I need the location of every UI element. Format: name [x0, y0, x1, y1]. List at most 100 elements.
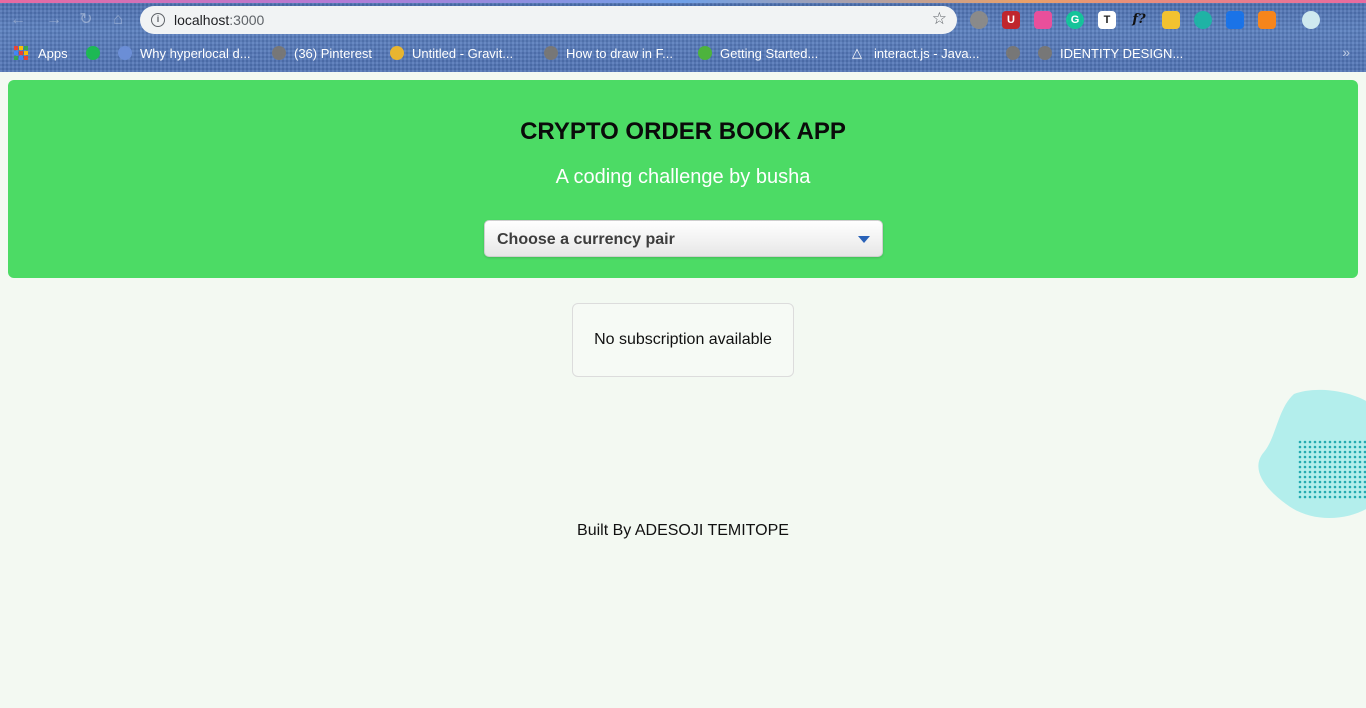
decorative-dot	[1323, 440, 1327, 444]
decorative-dot	[1313, 455, 1317, 459]
decorative-dot	[1348, 480, 1352, 484]
decorative-dot	[1323, 455, 1327, 459]
decorative-dot	[1303, 490, 1307, 494]
currency-pair-placeholder: Choose a currency pair	[497, 231, 675, 248]
bookmark-label: interact.js - Java...	[874, 45, 980, 61]
decorative-dot	[1358, 490, 1362, 494]
decorative-dot	[1328, 465, 1332, 469]
decorative-dot	[1313, 460, 1317, 464]
decorative-dot	[1323, 475, 1327, 479]
gravit-icon	[390, 46, 404, 60]
decorative-dot	[1333, 480, 1337, 484]
decorative-dot	[1303, 460, 1307, 464]
share-icon[interactable]	[1226, 11, 1244, 29]
chevron-down-icon	[858, 236, 870, 243]
avatar-icon[interactable]	[1302, 11, 1320, 29]
decorative-dot	[1333, 445, 1337, 449]
site-info-icon[interactable]: i	[151, 13, 165, 27]
empty-state-card: No subscription available	[572, 303, 794, 377]
fonts-icon[interactable]: f?	[1130, 11, 1148, 29]
bookmark-item[interactable]: (36) Pinterest	[272, 42, 372, 64]
decorative-dot	[1343, 460, 1347, 464]
shield-icon[interactable]	[970, 11, 988, 29]
bookmark-label: How to draw in F...	[566, 45, 673, 61]
decorative-dot	[1303, 440, 1307, 444]
decorative-dot	[1298, 440, 1302, 444]
decorative-dot	[1338, 490, 1342, 494]
bookmarks-overflow-icon[interactable]: »	[1342, 44, 1350, 60]
grammarly-icon[interactable]: G	[1066, 11, 1084, 29]
decorative-dot	[1328, 495, 1332, 499]
decorative-dot	[1333, 465, 1337, 469]
decorative-dot	[1343, 480, 1347, 484]
refresh-ext-icon[interactable]	[1194, 11, 1212, 29]
ublock-icon[interactable]: U	[1002, 11, 1020, 29]
decorative-dot	[1298, 485, 1302, 489]
decorative-dot	[1328, 450, 1332, 454]
address-bar[interactable]: i localhost:3000 ☆	[140, 6, 957, 34]
colorpicker-icon[interactable]	[1034, 11, 1052, 29]
decorative-dot	[1333, 440, 1337, 444]
page-title: CRYPTO ORDER BOOK APP	[520, 118, 846, 145]
decorative-dot	[1313, 440, 1317, 444]
decorative-dot	[1353, 460, 1357, 464]
decorative-dot	[1303, 495, 1307, 499]
decorative-dot	[1298, 495, 1302, 499]
decorative-dot	[1353, 440, 1357, 444]
bookmark-label: (36) Pinterest	[294, 45, 373, 61]
palette-icon[interactable]	[1162, 11, 1180, 29]
bookmark-item[interactable]: IDENTITY DESIGN...	[1038, 42, 1183, 64]
decorative-dot	[1303, 480, 1307, 484]
apps-grid-icon	[14, 46, 28, 60]
bookmark-item[interactable]: Why hyperlocal d...	[118, 42, 251, 64]
decorative-dot	[1358, 480, 1362, 484]
bookmark-item[interactable]: △ interact.js - Java...	[852, 42, 979, 64]
decorative-dot	[1298, 465, 1302, 469]
decorative-dot	[1343, 475, 1347, 479]
bookmark-label: Getting Started...	[720, 45, 819, 61]
bookmark-label: Untitled - Gravit...	[412, 45, 514, 61]
decorative-dot	[1318, 495, 1322, 499]
decorative-dot	[1333, 450, 1337, 454]
decorative-dot	[1343, 495, 1347, 499]
decorative-dot	[1318, 470, 1322, 474]
bookmark-label: Why hyperlocal d...	[140, 45, 251, 61]
decorative-dot	[1313, 485, 1317, 489]
decorative-dot	[1313, 495, 1317, 499]
text-icon[interactable]: T	[1098, 11, 1116, 29]
decorative-dot	[1303, 445, 1307, 449]
decorative-dot	[1338, 450, 1342, 454]
decorative-dot	[1318, 455, 1322, 459]
decorative-dot	[1333, 495, 1337, 499]
decorative-dot	[1338, 440, 1342, 444]
decorative-dot	[1323, 445, 1327, 449]
decorative-dot	[1348, 465, 1352, 469]
decorative-dot	[1328, 470, 1332, 474]
bookmark-item[interactable]: Getting Started...	[698, 42, 818, 64]
decorative-dot	[1353, 475, 1357, 479]
reload-icon[interactable]: ↻	[76, 10, 96, 30]
decorative-dot	[1313, 450, 1317, 454]
back-icon[interactable]: ←	[8, 10, 28, 30]
bookmark-item[interactable]: Apps	[14, 42, 68, 64]
bookmark-star-icon[interactable]: ☆	[932, 9, 947, 29]
address-url[interactable]: localhost:3000	[174, 12, 264, 28]
currency-pair-select[interactable]: Choose a currency pair	[484, 220, 883, 257]
bookmark-item[interactable]: Untitled - Gravit...	[390, 42, 513, 64]
decorative-dot	[1333, 490, 1337, 494]
bookmark-item[interactable]	[1006, 42, 1028, 64]
decorative-dot	[1348, 445, 1352, 449]
fox-icon[interactable]	[1258, 11, 1276, 29]
bookmark-item[interactable]: How to draw in F...	[544, 42, 673, 64]
home-icon[interactable]: ⌂	[108, 10, 128, 30]
forward-icon[interactable]: →	[44, 10, 64, 30]
decorative-dot	[1348, 490, 1352, 494]
bookmark-item[interactable]	[86, 42, 108, 64]
decorative-dot	[1308, 465, 1312, 469]
bookmark-label: Apps	[38, 45, 68, 61]
url-host: localhost	[174, 12, 230, 28]
decorative-dot	[1343, 455, 1347, 459]
decorative-dot	[1318, 450, 1322, 454]
globe-icon	[544, 46, 558, 60]
decorative-dot	[1323, 485, 1327, 489]
